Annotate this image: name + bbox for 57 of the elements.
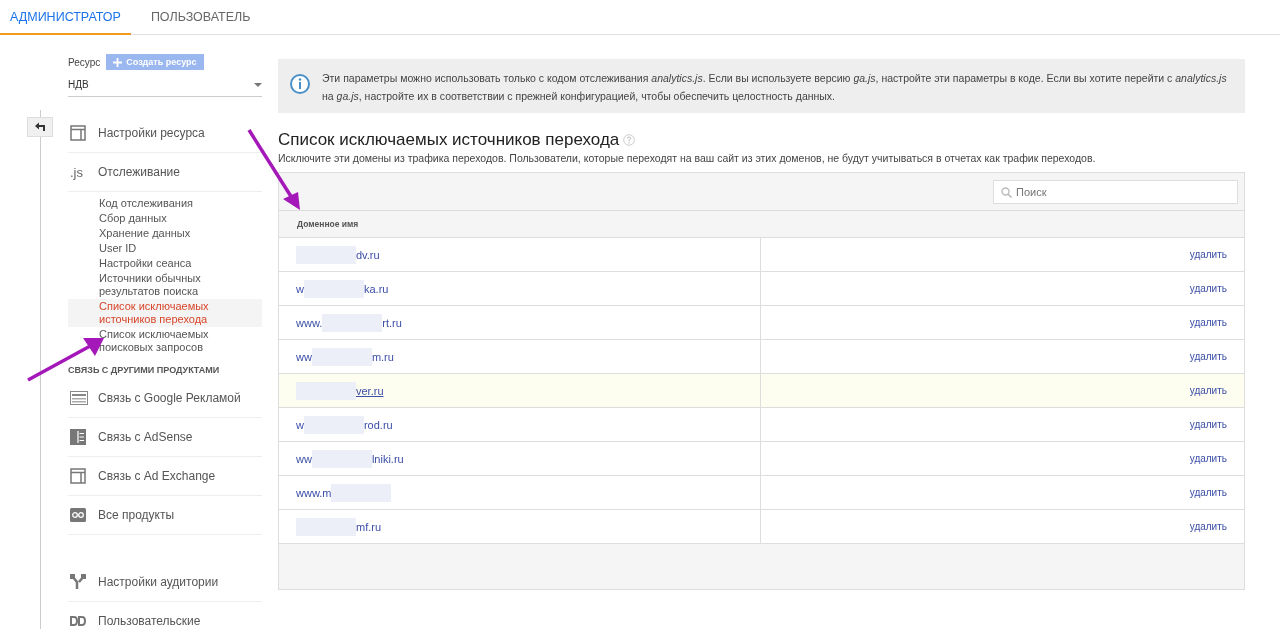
- nav-item[interactable]: Связь с Ad Exchange: [68, 457, 262, 496]
- delete-link[interactable]: удалить: [1189, 521, 1227, 532]
- layout-icon: [70, 468, 86, 484]
- ad-banner-icon: [70, 391, 88, 405]
- delete-link[interactable]: удалить: [1189, 419, 1227, 430]
- js-icon: .js: [70, 164, 83, 180]
- domain-link[interactable]: w ka.ru: [296, 279, 389, 298]
- nav-subitem[interactable]: Хранение данных: [68, 226, 262, 241]
- domain-link[interactable]: dv.ru: [296, 245, 380, 264]
- nav-item[interactable]: .js Отслеживание: [68, 153, 262, 192]
- nav-subitem[interactable]: Источники обычных результатов поиска: [68, 271, 262, 299]
- domain-link[interactable]: www. rt.ru: [296, 313, 402, 332]
- nav-item[interactable]: Связь с AdSense: [68, 418, 262, 457]
- page-title: Список исключаемых источников перехода: [278, 130, 620, 150]
- back-arrow-icon: [34, 122, 46, 132]
- back-button[interactable]: [27, 117, 53, 137]
- search-field[interactable]: Поиск: [993, 180, 1238, 204]
- delete-link[interactable]: удалить: [1189, 351, 1227, 362]
- delete-link[interactable]: удалить: [1189, 453, 1227, 464]
- nav-subitem[interactable]: Список исключаемых поисковых запросов: [68, 327, 262, 355]
- domain-link[interactable]: ww m.ru: [296, 347, 394, 366]
- link-icon: [70, 508, 86, 522]
- nav-item[interactable]: Связь с Google Рекламой: [68, 379, 262, 418]
- column-header: Доменное имя: [297, 219, 359, 229]
- domain-link[interactable]: mf.ru: [296, 517, 382, 536]
- nav-subitem[interactable]: Сбор данных: [68, 211, 262, 226]
- layout-icon: [70, 125, 86, 141]
- description: Исключите эти домены из трафика переходов. Пользователи, которые переходят на ваш сайт из этих доменов, не будут учитываться в отчетах как трафик переходов.: [278, 152, 1097, 164]
- nav-item[interactable]: Все продукты: [68, 496, 262, 535]
- resource-label: Ресурс: [68, 56, 101, 68]
- info-text: Эти параметры можно использовать только с кодом отслеживания analytics.js. Если вы используете версию ga.js, настройте эти параметры в коде. Если вы хотите перейти с analytics.js на ga.js, настройте их в соответствии с прежней конфигурацией, чтобы обеспечить целостность данных.: [322, 71, 1228, 104]
- nav-item[interactable]: Настройки ресурса: [68, 114, 262, 153]
- columns-icon: [70, 429, 86, 445]
- nav-subitem[interactable]: User ID: [68, 241, 262, 256]
- nav-item[interactable]: Пользовательские: [68, 602, 262, 629]
- plus-icon: [113, 57, 123, 67]
- resource-select[interactable]: НДВ: [68, 72, 262, 97]
- delete-link[interactable]: удалить: [1189, 283, 1227, 294]
- domain-link[interactable]: ver.ru: [296, 381, 384, 400]
- domain-link[interactable]: www.m: [296, 483, 392, 502]
- delete-link[interactable]: удалить: [1189, 317, 1227, 328]
- section-heading: СВЯЗЬ С ДРУГИМИ ПРОДУКТАМИ: [68, 364, 221, 377]
- fork-icon: [70, 574, 86, 590]
- nav-item[interactable]: Настройки аудитории: [68, 563, 262, 602]
- nav-subitem[interactable]: Код отслеживания: [68, 196, 262, 211]
- delete-link[interactable]: удалить: [1189, 487, 1227, 498]
- domain-link[interactable]: ww lniki.ru: [296, 449, 404, 468]
- nav-subitem[interactable]: Список исключаемых источников перехода: [68, 299, 262, 327]
- info-icon: [290, 74, 310, 94]
- delete-link[interactable]: удалить: [1189, 385, 1227, 396]
- dropdown-caret-icon: [254, 82, 262, 87]
- tab[interactable]: АДМИНИСТРАТОР: [0, 0, 131, 35]
- tab[interactable]: ПОЛЬЗОВАТЕЛЬ: [140, 0, 261, 35]
- domain-link[interactable]: w rod.ru: [296, 415, 393, 434]
- nav-subitem[interactable]: Настройки сеанса: [68, 256, 262, 271]
- custom-definitions-icon: [70, 616, 86, 626]
- delete-link[interactable]: удалить: [1189, 249, 1227, 260]
